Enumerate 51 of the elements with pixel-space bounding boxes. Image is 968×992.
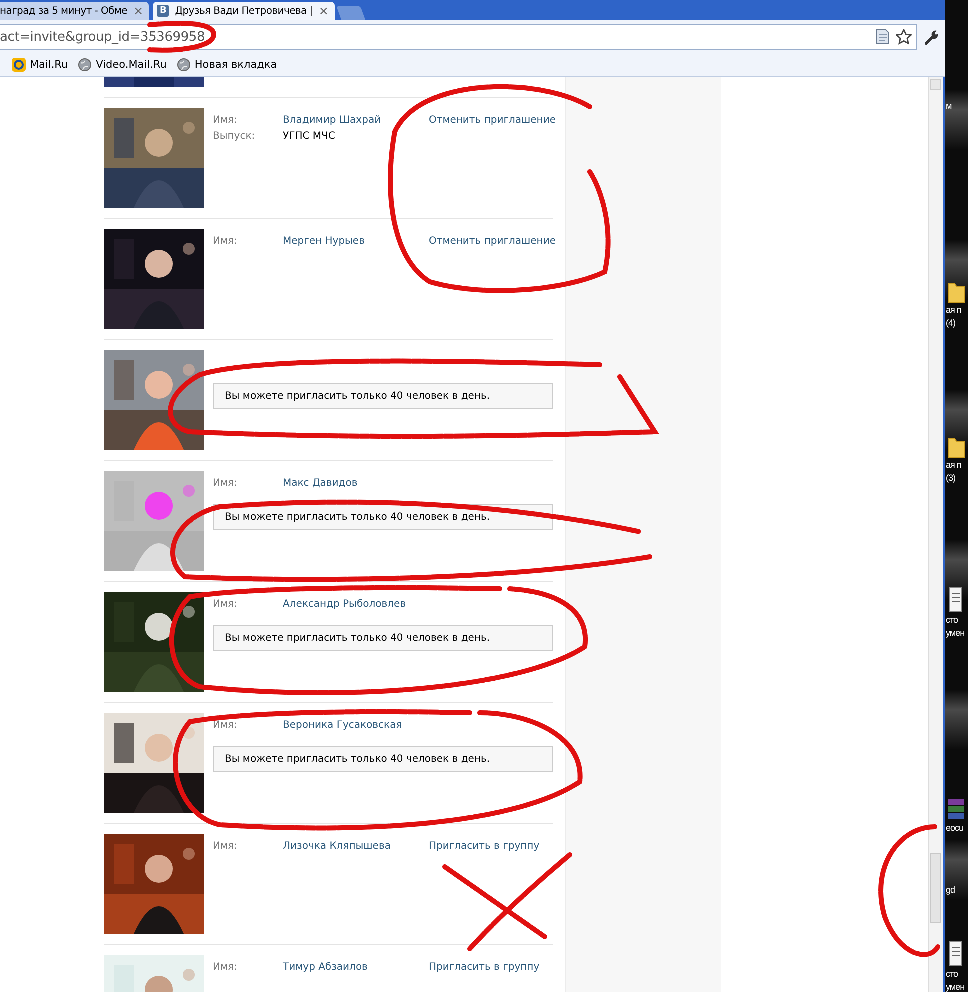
field-label: Имя: [213, 478, 238, 488]
member-name[interactable]: Тимур Абзаилов [283, 962, 429, 972]
desktop-icon-label: ая п [946, 459, 962, 472]
globe-icon [176, 58, 191, 72]
desktop-icon-label: ая п [946, 304, 962, 317]
field-label: Имя: [213, 236, 238, 246]
invite-link[interactable]: Пригласить в группу [429, 840, 540, 852]
close-icon[interactable]: × [318, 4, 329, 18]
wrench-icon[interactable] [923, 29, 939, 45]
desktop-icon-label: gd [946, 884, 956, 897]
invite-link[interactable]: Отменить приглашение [429, 236, 556, 246]
desktop-icon-label: умен [946, 627, 965, 640]
field-label: Имя: [213, 962, 238, 972]
desktop-icon-label: (4) [946, 317, 956, 330]
archive-icon[interactable] [945, 796, 965, 822]
close-icon[interactable]: × [133, 4, 144, 18]
star-icon[interactable] [896, 29, 912, 45]
field-label: Имя: [213, 598, 238, 610]
field-label: Выпуск: [213, 130, 256, 142]
browser-tab[interactable]: В Друзья Вади Петровичева | × [153, 2, 335, 20]
url-text: act=invite&group_id=35369958 [0, 30, 206, 44]
field-label: Имя: [213, 720, 238, 730]
site-icon: В [157, 5, 170, 17]
desktop-icon-label: сто [946, 614, 958, 627]
scrollbar[interactable] [928, 77, 943, 992]
desktop-icon-label: eocu [946, 822, 964, 835]
limit-notice: Вы можете пригласить только 40 человек в день. [213, 383, 553, 409]
page-icon[interactable] [876, 29, 890, 45]
member-name[interactable]: Вероника Гусаковская [283, 720, 429, 730]
bookmark[interactable]: Video.Mail.Ru [78, 58, 167, 72]
invite-link[interactable]: Отменить приглашение [429, 114, 556, 126]
desktop-icon-label: (3) [946, 472, 956, 485]
desktop-icon-label: сто [946, 968, 958, 981]
limit-notice: Вы можете пригласить только 40 человек в день. [213, 746, 553, 772]
member-name[interactable]: Александр Рыболовлев [283, 598, 429, 610]
bookmark[interactable]: Mail.Ru [12, 58, 68, 72]
field-label: Имя: [213, 840, 238, 852]
member-name[interactable]: Лизочка Кляпышева [283, 840, 429, 852]
graduation-value: УГПС МЧС [283, 130, 336, 142]
field-label: Имя: [213, 114, 238, 126]
invite-link[interactable]: Пригласить в группу [429, 962, 540, 972]
mail-icon [12, 58, 26, 72]
limit-notice: Вы можете пригласить только 40 человек в день. [213, 625, 553, 651]
member-name[interactable]: Макс Давидов [283, 478, 429, 488]
desktop-icon-label: м [946, 100, 952, 113]
desktop-icon-label: умен [946, 981, 965, 992]
browser-tab[interactable]: наград за 5 минут - Обме × [0, 2, 150, 20]
bookmark[interactable]: Новая вкладка [176, 58, 278, 72]
globe-icon [78, 58, 92, 72]
member-name[interactable]: Владимир Шахрай [283, 114, 429, 126]
member-name[interactable]: Мерген Нурыев [283, 236, 429, 246]
